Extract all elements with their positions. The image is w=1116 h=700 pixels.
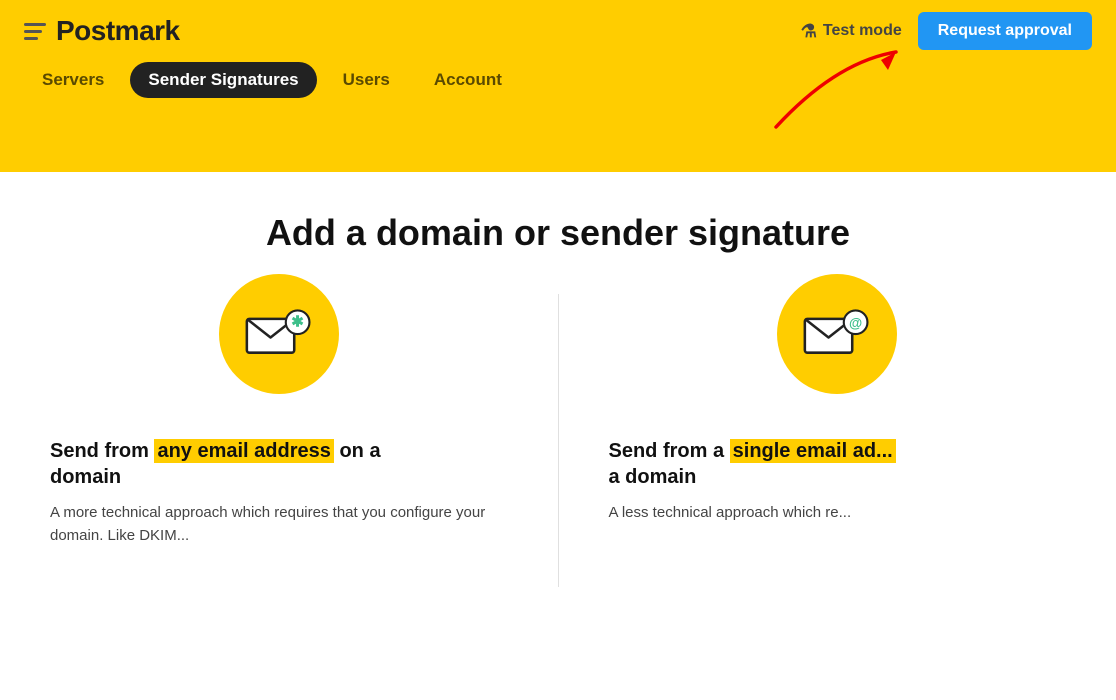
card-sender-signature-icon: @ [777,274,897,394]
logo-lines-icon [24,23,46,40]
logo-line-2 [24,30,42,33]
request-approval-button[interactable]: Request approval [918,12,1092,50]
envelope-at-icon: @ [802,307,872,362]
nav-item-account[interactable]: Account [416,62,520,98]
page-title: Add a domain or sender signature [0,212,1116,254]
yellow-bar [0,112,1116,172]
logo: Postmark [24,15,180,47]
test-mode-label: Test mode [823,22,902,40]
logo-line-1 [24,23,46,26]
header: Postmark ⚗ Test mode Request approval [0,0,1116,62]
nav-item-sender-signatures[interactable]: Sender Signatures [130,62,316,98]
logo-text: Postmark [56,15,180,47]
card-domain-title: Send from any email address on adomain [50,438,508,490]
svg-text:✱: ✱ [291,313,304,330]
card-domain-title-before: Send from [50,440,154,462]
nav-item-users[interactable]: Users [325,62,408,98]
card-sender-signature: @ Send from a single email ad... a domain… [559,294,1116,587]
card-domain-title-highlight: any email address [154,439,333,463]
envelope-asterisk-icon: ✱ [244,307,314,362]
content-area: Add a domain or sender signature ✱ Send … [0,172,1116,627]
card-sender-sig-title: Send from a single email ad... a domain [609,438,1067,490]
nav: Servers Sender Signatures Users Account [0,62,1116,112]
card-sender-sig-title-after: a domain [609,466,697,488]
test-mode-indicator: ⚗ Test mode [801,21,902,42]
card-sender-sig-desc: A less technical approach which re... [609,502,1067,525]
card-domain-desc: A more technical approach which requires… [50,502,508,547]
nav-item-servers[interactable]: Servers [24,62,122,98]
card-domain-icon: ✱ [219,274,339,394]
card-sender-sig-title-highlight: single email ad... [730,439,896,463]
header-right: ⚗ Test mode Request approval [801,12,1092,50]
logo-line-3 [24,37,38,40]
cards-row: ✱ Send from any email address on adomain… [0,294,1116,587]
flask-icon: ⚗ [801,21,817,42]
card-sender-sig-title-before: Send from a [609,440,730,462]
card-domain: ✱ Send from any email address on adomain… [0,294,559,587]
svg-text:@: @ [849,315,862,330]
